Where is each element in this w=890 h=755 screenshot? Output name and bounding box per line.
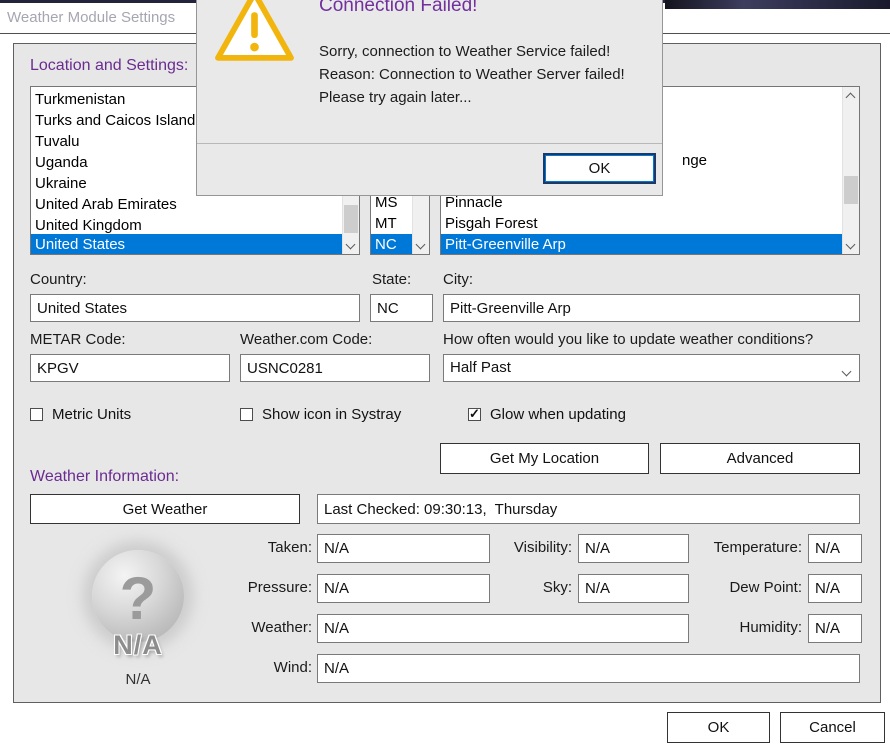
background-window-top-edge-right xyxy=(665,0,890,9)
get-weather-button[interactable]: Get Weather xyxy=(30,494,300,524)
list-item-selected[interactable]: Pitt-Greenville Arp xyxy=(441,234,842,255)
update-frequency-label: How often would you like to update weath… xyxy=(443,331,813,348)
weather-com-code-field[interactable] xyxy=(240,354,430,382)
sky-label: Sky: xyxy=(460,579,572,596)
question-mark-icon: ? xyxy=(120,564,157,633)
scroll-down-icon[interactable] xyxy=(843,237,859,254)
taken-label: Taken: xyxy=(200,539,312,556)
weather-icon-na-subcaption: N/A xyxy=(92,671,184,688)
list-item[interactable]: Uganda xyxy=(31,152,88,173)
connection-failed-dialog: Connection Failed! Sorry, connection to … xyxy=(196,0,663,196)
weather-com-code-label: Weather.com Code: xyxy=(240,331,372,348)
ok-button[interactable]: OK xyxy=(667,712,770,743)
wind-field[interactable] xyxy=(317,654,860,683)
metar-code-label: METAR Code: xyxy=(30,331,126,348)
update-frequency-dropdown[interactable]: Half Past xyxy=(443,354,860,382)
weather-information-heading: Weather Information: xyxy=(30,468,179,486)
country-field[interactable] xyxy=(30,294,360,322)
scrollbar-thumb[interactable] xyxy=(844,176,858,204)
warning-triangle-icon xyxy=(213,0,296,67)
glow-when-updating-checkbox[interactable]: ✓ Glow when updating xyxy=(468,406,626,423)
list-item[interactable]: United Kingdom xyxy=(31,215,342,236)
advanced-button[interactable]: Advanced xyxy=(660,443,860,474)
list-item[interactable]: Turks and Caicos Island xyxy=(31,110,195,131)
visibility-field[interactable] xyxy=(578,534,689,563)
city-list-scrollbar[interactable] xyxy=(842,87,859,254)
humidity-label: Humidity: xyxy=(690,619,802,636)
error-dialog-title: Connection Failed! xyxy=(319,0,477,17)
visibility-label: Visibility: xyxy=(460,539,572,556)
error-line: Reason: Connection to Weather Server fai… xyxy=(319,63,625,86)
error-dialog-divider xyxy=(197,143,662,144)
country-label: Country: xyxy=(30,271,87,288)
scroll-up-icon[interactable] xyxy=(843,87,859,104)
state-field[interactable] xyxy=(370,294,433,322)
chevron-down-icon xyxy=(842,367,852,377)
checkbox-label: Glow when updating xyxy=(490,406,626,423)
location-settings-heading: Location and Settings: xyxy=(30,57,188,75)
get-my-location-button[interactable]: Get My Location xyxy=(440,443,649,474)
humidity-field[interactable] xyxy=(808,614,862,643)
state-label: State: xyxy=(372,271,411,288)
list-item[interactable]: MT xyxy=(371,213,397,234)
metar-code-field[interactable] xyxy=(30,354,230,382)
checkbox-box[interactable] xyxy=(240,408,253,421)
show-icon-systray-checkbox[interactable]: Show icon in Systray xyxy=(240,406,401,423)
sky-field[interactable] xyxy=(578,574,689,603)
weather-label: Weather: xyxy=(200,619,312,636)
error-line: Sorry, connection to Weather Service fai… xyxy=(319,40,625,63)
city-field[interactable] xyxy=(443,294,860,322)
window-title: Weather Module Settings xyxy=(7,9,175,26)
list-item[interactable]: Ukraine xyxy=(31,173,87,194)
list-item-selected[interactable]: United States xyxy=(31,234,342,255)
weather-unknown-icon: ? xyxy=(92,550,184,642)
error-dialog-message: Sorry, connection to Weather Service fai… xyxy=(319,40,625,109)
dew-point-field[interactable] xyxy=(808,574,862,603)
list-item-partial[interactable]: nge xyxy=(678,150,707,171)
cancel-button[interactable]: Cancel xyxy=(780,712,885,743)
list-item[interactable]: Pisgah Forest xyxy=(441,213,538,234)
weather-field[interactable] xyxy=(317,614,689,643)
metric-units-checkbox[interactable]: Metric Units xyxy=(30,406,131,423)
last-checked-field[interactable] xyxy=(317,494,860,524)
checkbox-label: Metric Units xyxy=(52,406,131,423)
update-frequency-value: Half Past xyxy=(450,359,511,376)
error-ok-button[interactable]: OK xyxy=(543,153,656,184)
temperature-field[interactable] xyxy=(808,534,862,563)
checkbox-box[interactable] xyxy=(30,408,43,421)
wind-label: Wind: xyxy=(200,659,312,676)
checkbox-box[interactable]: ✓ xyxy=(468,408,481,421)
dew-point-label: Dew Point: xyxy=(690,579,802,596)
list-item[interactable]: Turkmenistan xyxy=(31,89,125,110)
list-item[interactable]: United Arab Emirates xyxy=(31,194,342,215)
scroll-down-icon[interactable] xyxy=(413,237,429,254)
temperature-label: Temperature: xyxy=(690,539,802,556)
check-icon: ✓ xyxy=(469,406,480,422)
scroll-down-icon[interactable] xyxy=(343,237,359,254)
weather-icon-na-caption: N/A xyxy=(92,630,184,661)
list-item[interactable]: Tuvalu xyxy=(31,131,79,152)
list-item-selected[interactable]: NC xyxy=(371,234,412,255)
scrollbar-thumb[interactable] xyxy=(344,205,358,233)
city-label: City: xyxy=(443,271,473,288)
error-line: Please try again later... xyxy=(319,86,625,109)
pressure-label: Pressure: xyxy=(200,579,312,596)
checkbox-label: Show icon in Systray xyxy=(262,406,401,423)
